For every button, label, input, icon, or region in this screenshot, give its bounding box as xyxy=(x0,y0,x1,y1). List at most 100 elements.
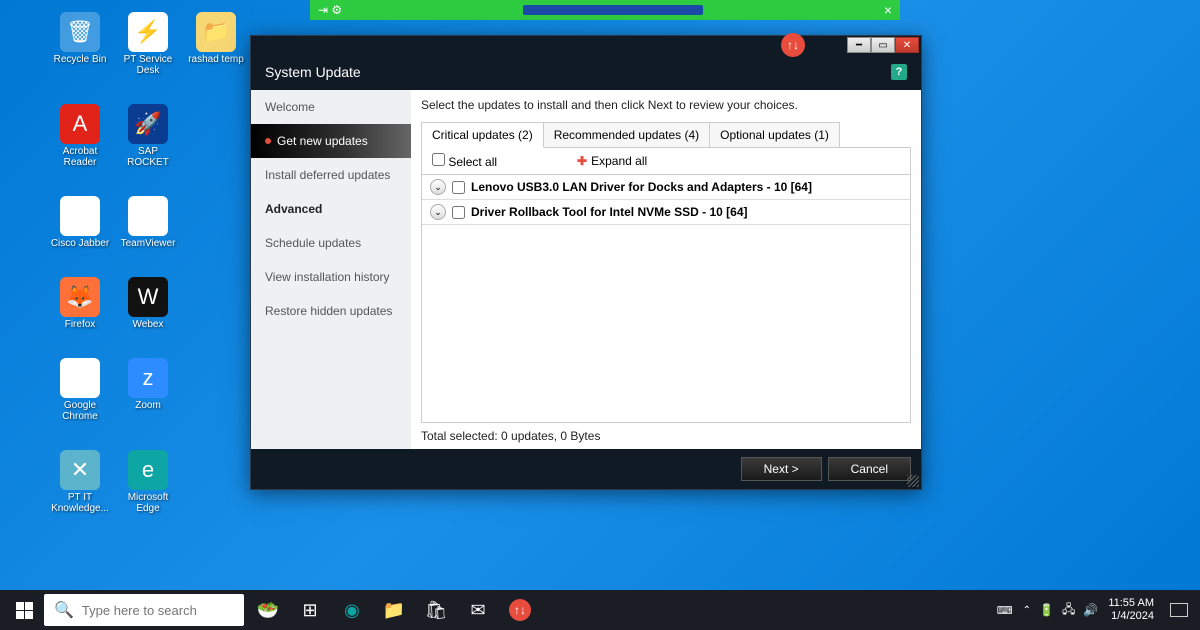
resize-grip-icon[interactable] xyxy=(907,475,919,487)
tab-optional[interactable]: Optional updates (1) xyxy=(709,122,840,147)
tray-icons[interactable]: ⌃ 🔋 🖧 🔊 xyxy=(1023,600,1099,621)
pinned-apps: 🥗 ⊞ ◉ 📁 🛍 ✉ ↑↓ xyxy=(248,590,540,630)
touch-keyboard-icon[interactable]: ⌨ xyxy=(997,604,1013,617)
instruction-text: Select the updates to install and then c… xyxy=(421,98,911,112)
icon-label: Webex xyxy=(133,319,164,330)
update-list: ⌄ Lenovo USB3.0 LAN Driver for Docks and … xyxy=(421,175,911,423)
desktop-icon[interactable]: ⚡PT Service Desk xyxy=(116,12,180,76)
app-icon: ◉ xyxy=(60,358,100,398)
window-titlebar[interactable]: ↑↓ ━ ▭ ✕ xyxy=(251,36,921,54)
task-view-icon[interactable]: ⊞ xyxy=(290,590,330,630)
taskbar-store-icon[interactable]: 🛍 xyxy=(416,590,456,630)
start-button[interactable] xyxy=(4,590,44,630)
app-icon: ⚡ xyxy=(128,12,168,52)
tray-overflow-icon[interactable]: ⌃ xyxy=(1023,605,1031,616)
select-all-checkbox[interactable] xyxy=(432,153,445,166)
sidebar-item-deferred[interactable]: Install deferred updates xyxy=(251,158,411,192)
select-all-text: Select all xyxy=(448,155,497,169)
sidebar-item-restore[interactable]: Restore hidden updates xyxy=(251,294,411,328)
update-name: Driver Rollback Tool for Intel NVMe SSD … xyxy=(471,205,748,219)
content-pane: Select the updates to install and then c… xyxy=(411,90,921,449)
desktop-icon[interactable]: 🚀SAP ROCKET xyxy=(116,104,180,168)
desktop-icon[interactable]: 🗑 Recycle Bin xyxy=(48,12,112,76)
icon-label: PT Service Desk xyxy=(116,54,180,76)
sidebar-item-get-updates[interactable]: Get new updates xyxy=(251,124,411,158)
update-tabs: Critical updates (2) Recommended updates… xyxy=(421,122,911,148)
expand-all-button[interactable]: ✚Expand all xyxy=(577,154,647,168)
taskbar-search[interactable]: 🔍 xyxy=(44,594,244,626)
session-close-icon[interactable]: × xyxy=(884,2,892,18)
help-icon[interactable]: ? xyxy=(891,64,907,80)
next-button[interactable]: Next > xyxy=(741,457,822,481)
app-icon: 🦊 xyxy=(60,277,100,317)
clock[interactable]: 11:55 AM 1/4/2024 xyxy=(1108,597,1154,623)
chevron-down-icon[interactable]: ⌄ xyxy=(430,204,446,220)
icon-label: Cisco Jabber xyxy=(51,238,109,249)
desktop-icon[interactable]: ✕PT IT Knowledge... xyxy=(48,450,112,514)
desktop-icon[interactable]: ◐ Cisco Jabber xyxy=(48,196,112,249)
window-header: System Update ? xyxy=(251,54,921,90)
search-input[interactable] xyxy=(82,603,234,618)
taskbar-mail-icon[interactable]: ✉ xyxy=(458,590,498,630)
app-icon: W xyxy=(128,277,168,317)
taskbar-update-icon[interactable]: ↑↓ xyxy=(500,590,540,630)
windows-logo-icon xyxy=(16,602,33,619)
icon-label: Recycle Bin xyxy=(54,54,107,65)
cancel-button[interactable]: Cancel xyxy=(828,457,911,481)
taskbar-app-generic[interactable]: 🥗 xyxy=(248,590,288,630)
app-icon: ✕ xyxy=(60,450,100,490)
window-title: System Update xyxy=(265,64,361,80)
sidebar: Welcome Get new updates Install deferred… xyxy=(251,90,411,449)
chevron-down-icon[interactable]: ⌄ xyxy=(430,179,446,195)
search-icon: 🔍 xyxy=(54,600,74,620)
desktop-icon[interactable]: 📁rashad temp xyxy=(184,12,248,76)
app-icon: A xyxy=(60,104,100,144)
desktop-icon[interactable]: 🦊Firefox xyxy=(48,277,112,330)
window-footer: Next > Cancel xyxy=(251,449,921,489)
update-checkbox[interactable] xyxy=(452,206,465,219)
desktop-icon[interactable]: W Webex xyxy=(116,277,180,330)
desktop-icon[interactable]: AAcrobat Reader xyxy=(48,104,112,168)
sidebar-item-welcome[interactable]: Welcome xyxy=(251,90,411,124)
app-icon: 🗑 xyxy=(60,12,100,52)
tab-critical[interactable]: Critical updates (2) xyxy=(421,122,544,148)
update-name: Lenovo USB3.0 LAN Driver for Docks and A… xyxy=(471,180,812,194)
time-text: 11:55 AM xyxy=(1108,597,1154,610)
network-icon[interactable]: 🖧 xyxy=(1062,600,1075,621)
desktop-icon[interactable]: eMicrosoft Edge xyxy=(116,450,180,514)
close-button[interactable]: ✕ xyxy=(895,37,919,53)
list-controls: Select all ✚Expand all xyxy=(421,148,911,175)
maximize-button[interactable]: ▭ xyxy=(871,37,895,53)
update-checkbox[interactable] xyxy=(452,181,465,194)
session-id-redacted xyxy=(523,5,703,15)
select-all-label[interactable]: Select all xyxy=(432,153,497,169)
app-icon: 📁 xyxy=(196,12,236,52)
desktop-icon[interactable]: zZoom xyxy=(116,358,180,422)
icon-label: SAP ROCKET xyxy=(116,146,180,168)
desktop-icon[interactable]: ◉Google Chrome xyxy=(48,358,112,422)
app-icon: 🚀 xyxy=(128,104,168,144)
icon-label: Google Chrome xyxy=(48,400,112,422)
session-pin-icons[interactable]: ⇥ ⚙ xyxy=(318,3,342,17)
sidebar-item-schedule[interactable]: Schedule updates xyxy=(251,226,411,260)
sidebar-item-history[interactable]: View installation history xyxy=(251,260,411,294)
system-tray: ⌨ ⌃ 🔋 🖧 🔊 11:55 AM 1/4/2024 xyxy=(997,597,1196,623)
app-icon: z xyxy=(128,358,168,398)
taskbar-edge-icon[interactable]: ◉ xyxy=(332,590,372,630)
taskbar-explorer-icon[interactable]: 📁 xyxy=(374,590,414,630)
icon-label: TeamViewer xyxy=(121,238,176,249)
volume-icon[interactable]: 🔊 xyxy=(1083,603,1098,617)
action-center-icon[interactable] xyxy=(1170,603,1188,617)
app-icon: e xyxy=(128,450,168,490)
desktop: 🗑 Recycle Bin ⚡PT Service Desk📁rashad temp… xyxy=(48,12,248,514)
status-line: Total selected: 0 updates, 0 Bytes xyxy=(421,423,911,445)
tab-recommended[interactable]: Recommended updates (4) xyxy=(543,122,710,147)
battery-icon[interactable]: 🔋 xyxy=(1039,603,1054,617)
app-icon: ◐ xyxy=(60,196,100,236)
minimize-button[interactable]: ━ xyxy=(847,37,871,53)
icon-label: PT IT Knowledge... xyxy=(48,492,112,514)
sidebar-heading-advanced: Advanced xyxy=(251,192,411,226)
desktop-icon[interactable]: ↔TeamViewer xyxy=(116,196,180,249)
icon-label: Microsoft Edge xyxy=(116,492,180,514)
update-row: ⌄ Driver Rollback Tool for Intel NVMe SSD… xyxy=(422,200,910,225)
